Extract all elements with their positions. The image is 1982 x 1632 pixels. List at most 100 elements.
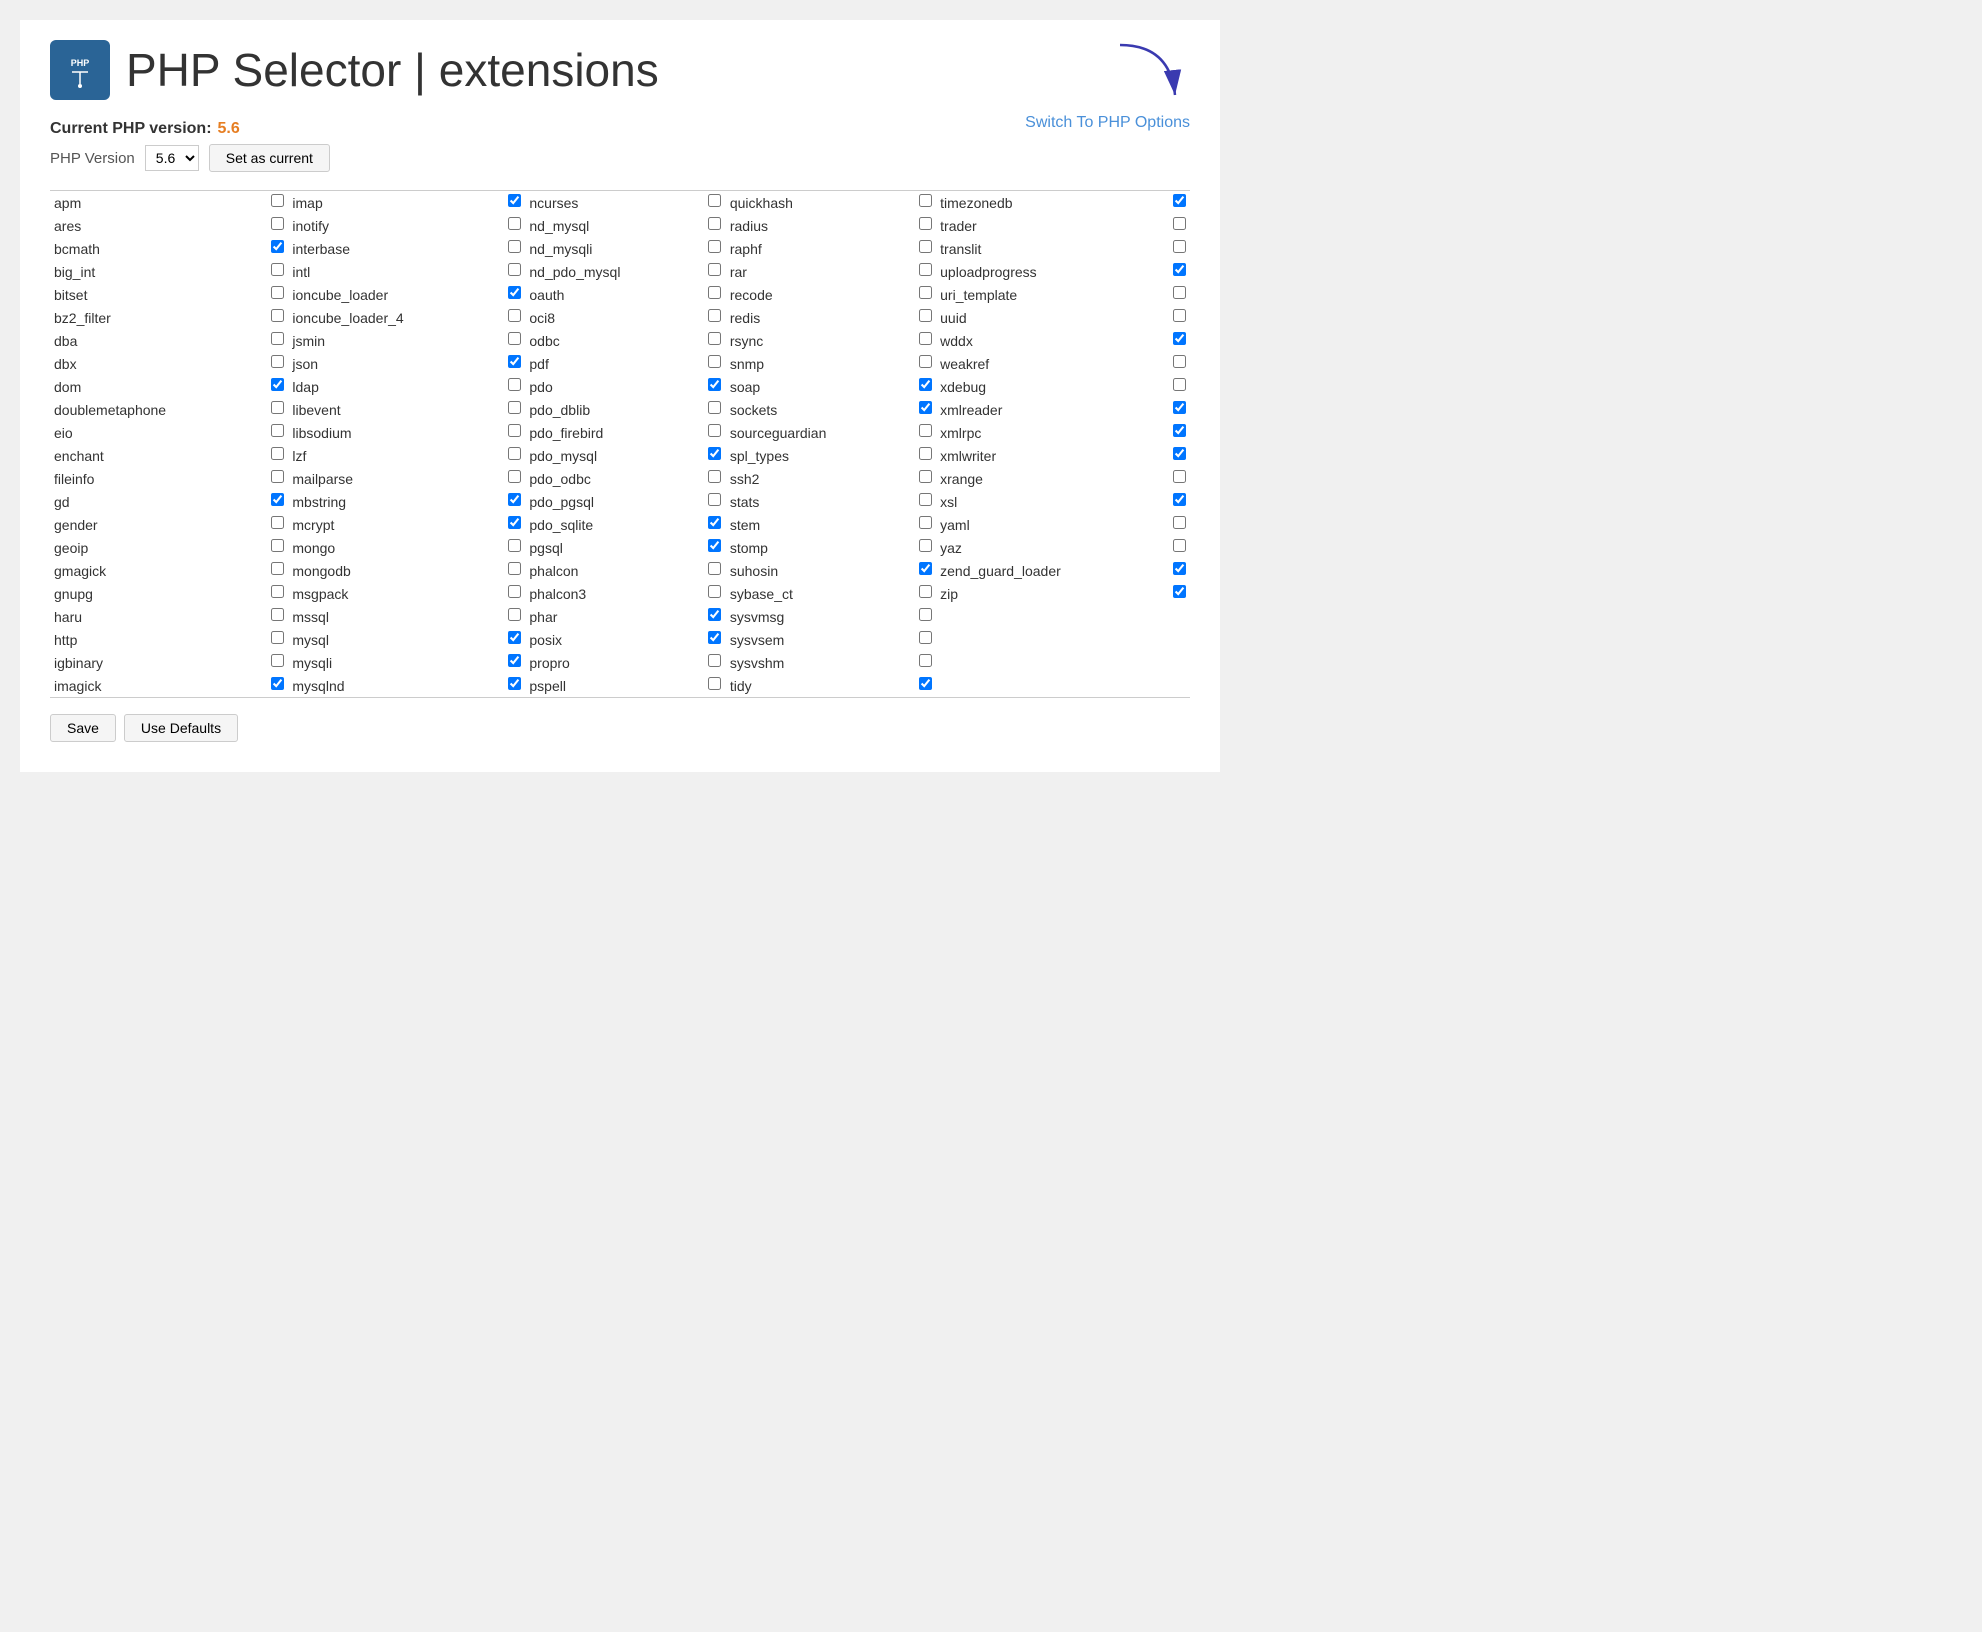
ext-checkbox-mysqli[interactable]: [508, 654, 521, 667]
ext-checkbox-pdf[interactable]: [708, 355, 721, 368]
ext-checkbox-uri_template[interactable]: [1173, 286, 1186, 299]
ext-checkbox-oci8[interactable]: [708, 309, 721, 322]
ext-checkbox-posix[interactable]: [708, 631, 721, 644]
ext-checkbox-uuid[interactable]: [1173, 309, 1186, 322]
ext-checkbox-pdo_dblib[interactable]: [708, 401, 721, 414]
ext-checkbox-stats[interactable]: [919, 493, 932, 506]
ext-checkbox-odbc[interactable]: [708, 332, 721, 345]
ext-checkbox-libsodium[interactable]: [508, 424, 521, 437]
set-as-current-button[interactable]: Set as current: [209, 144, 330, 172]
ext-checkbox-trader[interactable]: [1173, 217, 1186, 230]
ext-checkbox-eio[interactable]: [271, 424, 284, 437]
ext-checkbox-ares[interactable]: [271, 217, 284, 230]
ext-checkbox-stem[interactable]: [919, 516, 932, 529]
ext-checkbox-interbase[interactable]: [508, 240, 521, 253]
ext-checkbox-pdo_sqlite[interactable]: [708, 516, 721, 529]
ext-checkbox-mailparse[interactable]: [508, 470, 521, 483]
ext-checkbox-lzf[interactable]: [508, 447, 521, 460]
ext-checkbox-recode[interactable]: [919, 286, 932, 299]
ext-checkbox-tidy[interactable]: [919, 677, 932, 690]
ext-checkbox-libevent[interactable]: [508, 401, 521, 414]
ext-checkbox-xrange[interactable]: [1173, 470, 1186, 483]
ext-checkbox-jsmin[interactable]: [508, 332, 521, 345]
ext-checkbox-dbx[interactable]: [271, 355, 284, 368]
ext-checkbox-big_int[interactable]: [271, 263, 284, 276]
ext-checkbox-ldap[interactable]: [508, 378, 521, 391]
ext-checkbox-inotify[interactable]: [508, 217, 521, 230]
ext-checkbox-pdo_mysql[interactable]: [708, 447, 721, 460]
ext-checkbox-translit[interactable]: [1173, 240, 1186, 253]
ext-checkbox-sysvsem[interactable]: [919, 631, 932, 644]
ext-checkbox-xmlwriter[interactable]: [1173, 447, 1186, 460]
ext-checkbox-gmagick[interactable]: [271, 562, 284, 575]
ext-checkbox-snmp[interactable]: [919, 355, 932, 368]
ext-checkbox-gd[interactable]: [271, 493, 284, 506]
ext-checkbox-wddx[interactable]: [1173, 332, 1186, 345]
use-defaults-button[interactable]: Use Defaults: [124, 714, 238, 742]
ext-checkbox-timezonedb[interactable]: [1173, 194, 1186, 207]
ext-checkbox-oauth[interactable]: [708, 286, 721, 299]
ext-checkbox-ioncube_loader_4[interactable]: [508, 309, 521, 322]
ext-checkbox-json[interactable]: [508, 355, 521, 368]
ext-checkbox-mongo[interactable]: [508, 539, 521, 552]
ext-checkbox-quickhash[interactable]: [919, 194, 932, 207]
ext-checkbox-nd_pdo_mysql[interactable]: [708, 263, 721, 276]
ext-checkbox-xmlreader[interactable]: [1173, 401, 1186, 414]
ext-checkbox-nd_mysqli[interactable]: [708, 240, 721, 253]
ext-checkbox-xsl[interactable]: [1173, 493, 1186, 506]
ext-checkbox-phalcon[interactable]: [708, 562, 721, 575]
ext-checkbox-bitset[interactable]: [271, 286, 284, 299]
ext-checkbox-sourceguardian[interactable]: [919, 424, 932, 437]
ext-checkbox-yaz[interactable]: [1173, 539, 1186, 552]
ext-checkbox-radius[interactable]: [919, 217, 932, 230]
ext-checkbox-pdo_firebird[interactable]: [708, 424, 721, 437]
ext-checkbox-propro[interactable]: [708, 654, 721, 667]
ext-checkbox-yaml[interactable]: [1173, 516, 1186, 529]
ext-checkbox-sybase_ct[interactable]: [919, 585, 932, 598]
ext-checkbox-gnupg[interactable]: [271, 585, 284, 598]
ext-checkbox-dba[interactable]: [271, 332, 284, 345]
ext-checkbox-mssql[interactable]: [508, 608, 521, 621]
ext-checkbox-sysvshm[interactable]: [919, 654, 932, 667]
ext-checkbox-nd_mysql[interactable]: [708, 217, 721, 230]
ext-checkbox-pdo_pgsql[interactable]: [708, 493, 721, 506]
ext-checkbox-apm[interactable]: [271, 194, 284, 207]
ext-checkbox-haru[interactable]: [271, 608, 284, 621]
ext-checkbox-mongodb[interactable]: [508, 562, 521, 575]
ext-checkbox-uploadprogress[interactable]: [1173, 263, 1186, 276]
ext-checkbox-imagick[interactable]: [271, 677, 284, 690]
ext-checkbox-pdo_odbc[interactable]: [708, 470, 721, 483]
ext-checkbox-phalcon3[interactable]: [708, 585, 721, 598]
ext-checkbox-igbinary[interactable]: [271, 654, 284, 667]
ext-checkbox-gender[interactable]: [271, 516, 284, 529]
ext-checkbox-xdebug[interactable]: [1173, 378, 1186, 391]
ext-checkbox-imap[interactable]: [508, 194, 521, 207]
ext-checkbox-pspell[interactable]: [708, 677, 721, 690]
ext-checkbox-intl[interactable]: [508, 263, 521, 276]
ext-checkbox-mysql[interactable]: [508, 631, 521, 644]
ext-checkbox-mysqlnd[interactable]: [508, 677, 521, 690]
ext-checkbox-enchant[interactable]: [271, 447, 284, 460]
ext-checkbox-zip[interactable]: [1173, 585, 1186, 598]
ext-checkbox-doublemetaphone[interactable]: [271, 401, 284, 414]
ext-checkbox-mcrypt[interactable]: [508, 516, 521, 529]
ext-checkbox-dom[interactable]: [271, 378, 284, 391]
ext-checkbox-mbstring[interactable]: [508, 493, 521, 506]
ext-checkbox-xmlrpc[interactable]: [1173, 424, 1186, 437]
ext-checkbox-sysvmsg[interactable]: [919, 608, 932, 621]
ext-checkbox-soap[interactable]: [919, 378, 932, 391]
ext-checkbox-phar[interactable]: [708, 608, 721, 621]
ext-checkbox-stomp[interactable]: [919, 539, 932, 552]
ext-checkbox-zend_guard_loader[interactable]: [1173, 562, 1186, 575]
switch-to-php-options-link[interactable]: Switch To PHP Options: [1025, 114, 1190, 132]
ext-checkbox-sockets[interactable]: [919, 401, 932, 414]
ext-checkbox-ioncube_loader[interactable]: [508, 286, 521, 299]
ext-checkbox-raphf[interactable]: [919, 240, 932, 253]
ext-checkbox-ssh2[interactable]: [919, 470, 932, 483]
save-button[interactable]: Save: [50, 714, 116, 742]
ext-checkbox-pgsql[interactable]: [708, 539, 721, 552]
ext-checkbox-bcmath[interactable]: [271, 240, 284, 253]
ext-checkbox-ncurses[interactable]: [708, 194, 721, 207]
ext-checkbox-geoip[interactable]: [271, 539, 284, 552]
ext-checkbox-rsync[interactable]: [919, 332, 932, 345]
